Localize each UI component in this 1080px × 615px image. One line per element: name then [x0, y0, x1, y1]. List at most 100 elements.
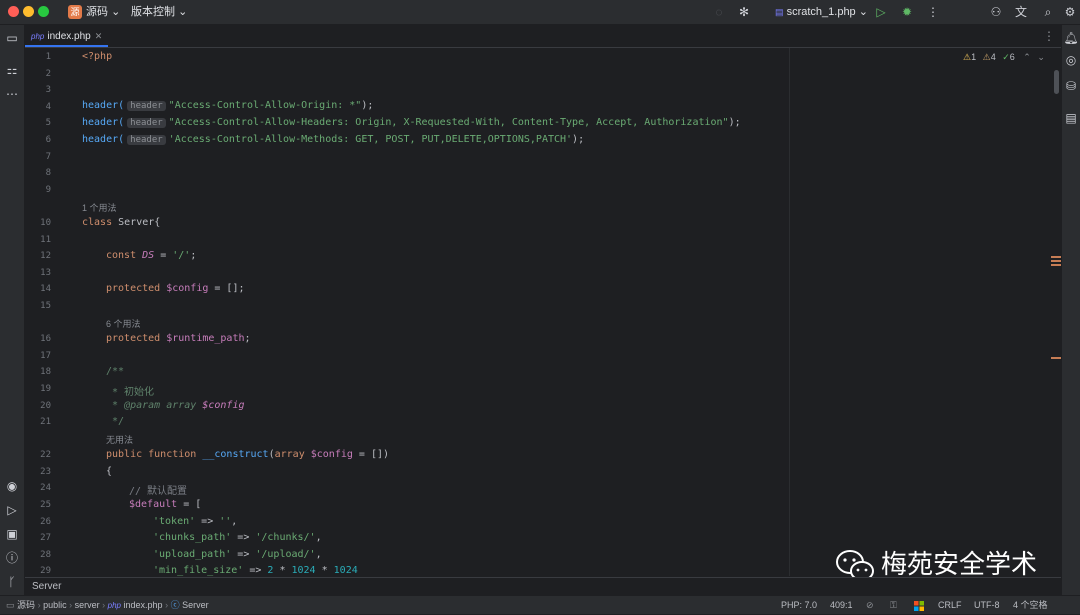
- chevron-down-icon[interactable]: ⌄: [1037, 52, 1045, 62]
- warning-count: 1: [971, 52, 977, 62]
- structure-breadcrumb-bar[interactable]: Server: [25, 577, 1061, 594]
- structure-item[interactable]: Server: [32, 581, 61, 592]
- code-line: 'min_file_size' => 2 * 1024 * 1024: [153, 565, 358, 576]
- project-name: 源码: [86, 6, 108, 18]
- close-tab-icon[interactable]: ✕: [95, 31, 103, 41]
- line-number: 27: [40, 533, 51, 543]
- line-number: 1: [45, 52, 51, 62]
- code-line: * 初始化: [106, 387, 155, 398]
- code-line: const DS = '/';: [106, 250, 197, 261]
- line-number: 15: [40, 301, 51, 311]
- code-editor[interactable]: 1 2 3 4 5 6 7 8 9 10 11 12 13 14 15 16 1…: [25, 48, 1061, 576]
- add-user-icon[interactable]: ⚇: [988, 4, 1004, 20]
- vertical-scrollbar-thumb[interactable]: [1054, 70, 1059, 94]
- project-selector[interactable]: 源源码 ⌄: [68, 0, 120, 24]
- folder-icon[interactable]: ▭: [3, 29, 21, 47]
- line-number: 13: [40, 268, 51, 278]
- translate-icon[interactable]: 文: [1013, 4, 1029, 20]
- code-line: header(header 'Access-Control-Allow-Metho…: [82, 134, 585, 145]
- debug-icon[interactable]: ✹: [899, 4, 915, 20]
- terminal-icon[interactable]: ▣: [3, 525, 21, 543]
- title-bar: 源源码 ⌄ 版本控制 ⌄ ◌ ✻ ▤ scratch_1.php ⌄ ▷ ✹ ⋮…: [0, 0, 1080, 25]
- services-icon[interactable]: ◉: [3, 477, 21, 495]
- cursor-position[interactable]: 409:1: [830, 596, 853, 614]
- status-bar: ▭ 源码 › public › server › php index.php ›…: [0, 595, 1080, 614]
- more-tools-icon[interactable]: ⋯: [3, 85, 21, 103]
- file-encoding[interactable]: UTF-8: [974, 596, 1000, 614]
- maximize-window-button[interactable]: [38, 6, 49, 17]
- line-number: 12: [40, 251, 51, 261]
- php-version[interactable]: PHP: 7.0: [781, 596, 817, 614]
- line-ending[interactable]: CRLF: [938, 596, 962, 614]
- git-branch-icon[interactable]: ᚴ: [3, 573, 21, 591]
- database-icon[interactable]: ⛁: [1062, 77, 1080, 95]
- breadcrumb-item[interactable]: Server: [182, 600, 209, 610]
- code-area[interactable]: <?php header(header "Access-Control-Allow…: [82, 48, 782, 576]
- vcs-label: 版本控制: [131, 6, 175, 18]
- run-icon[interactable]: ▷: [873, 4, 889, 20]
- usage-hint[interactable]: 无用法: [106, 433, 133, 446]
- run-config-selector[interactable]: ▤ scratch_1.php ⌄: [775, 0, 868, 24]
- tab-label: index.php: [47, 31, 91, 42]
- problems-icon[interactable]: ⓘ: [3, 549, 21, 567]
- line-number: 4: [45, 102, 51, 112]
- folder-icon: ▭: [6, 600, 15, 610]
- line-number: 17: [40, 351, 51, 361]
- breadcrumb-item[interactable]: 源码: [17, 600, 35, 610]
- chevron-up-icon[interactable]: ⌃: [1023, 52, 1031, 62]
- error-stripe-mark[interactable]: [1051, 260, 1061, 262]
- chevron-down-icon: ⌄: [858, 6, 868, 18]
- vcs-selector[interactable]: 版本控制 ⌄: [131, 0, 187, 24]
- windows-logo-icon[interactable]: [914, 596, 924, 614]
- parameter-hint: header: [127, 101, 166, 111]
- run-tool-icon[interactable]: ▷: [3, 501, 21, 519]
- line-number: 25: [40, 500, 51, 510]
- breadcrumb-item[interactable]: server: [75, 600, 100, 610]
- check-icon: ✓: [1002, 52, 1010, 62]
- line-number: 16: [40, 334, 51, 344]
- editor-tab-bar: php index.php ✕ ⋮: [25, 25, 1061, 48]
- weak-warning-count: 4: [990, 52, 996, 62]
- minimize-window-button[interactable]: [23, 6, 34, 17]
- left-tool-bar: ▭ ⚏ ⋯ ◉ ▷ ▣ ⓘ ᚴ: [0, 25, 25, 595]
- tab-actions-icon[interactable]: ⋮: [1043, 25, 1055, 47]
- code-line: // 默认配置: [129, 486, 188, 497]
- code-line: 'upload_path' => '/upload/',: [153, 549, 322, 560]
- inspection-widget[interactable]: ⚠1 ⚠4 ✓6 ⌃ ⌄: [963, 52, 1045, 63]
- php-file-icon: ▤: [775, 7, 784, 17]
- usage-hint[interactable]: 6 个用法: [106, 317, 141, 330]
- no-highlight-icon[interactable]: ⊘: [866, 596, 874, 614]
- warning-icon: ⚠: [963, 52, 972, 62]
- notifications-bell-icon[interactable]: 🔔︎: [1062, 29, 1080, 47]
- bookmark-icon[interactable]: ▤: [1062, 109, 1080, 127]
- right-tool-bar: 🔔︎ ◎ ⛁ ▤: [1061, 25, 1080, 595]
- ai-assistant-icon[interactable]: ◎: [1062, 51, 1080, 69]
- more-actions-icon[interactable]: ⋮: [925, 4, 941, 20]
- search-icon[interactable]: ⌕: [1040, 4, 1056, 20]
- code-line: $default = [: [129, 499, 202, 510]
- code-line: <?php: [82, 51, 113, 62]
- line-number: 14: [40, 284, 51, 294]
- line-number: 18: [40, 367, 51, 377]
- code-line: class Server{: [82, 217, 161, 228]
- line-number: 21: [40, 417, 51, 427]
- code-line: 'chunks_path' => '/chunks/',: [153, 532, 322, 543]
- code-line: header(header "Access-Control-Allow-Origi…: [82, 100, 374, 111]
- breadcrumb-item[interactable]: public: [43, 600, 67, 610]
- error-stripe-mark[interactable]: [1051, 256, 1061, 258]
- error-stripe-mark[interactable]: [1051, 357, 1061, 359]
- lock-icon[interactable]: ⚿: [890, 596, 897, 614]
- build-icon[interactable]: ◌: [711, 4, 727, 20]
- breadcrumb-item[interactable]: index.php: [124, 600, 163, 610]
- line-number: 2: [45, 69, 51, 79]
- settings-gear-icon[interactable]: ⚙: [1062, 4, 1078, 20]
- indent-setting[interactable]: 4 个空格: [1013, 596, 1048, 614]
- debug-bug-icon[interactable]: ✻: [736, 4, 752, 20]
- php-file-icon: php: [107, 601, 121, 610]
- error-stripe-mark[interactable]: [1051, 264, 1061, 266]
- usage-hint[interactable]: 1 个用法: [82, 201, 117, 214]
- tab-index-php[interactable]: php index.php ✕: [25, 25, 109, 47]
- structure-icon[interactable]: ⚏: [3, 61, 21, 79]
- class-icon: ⓒ: [170, 600, 180, 610]
- close-window-button[interactable]: [8, 6, 19, 17]
